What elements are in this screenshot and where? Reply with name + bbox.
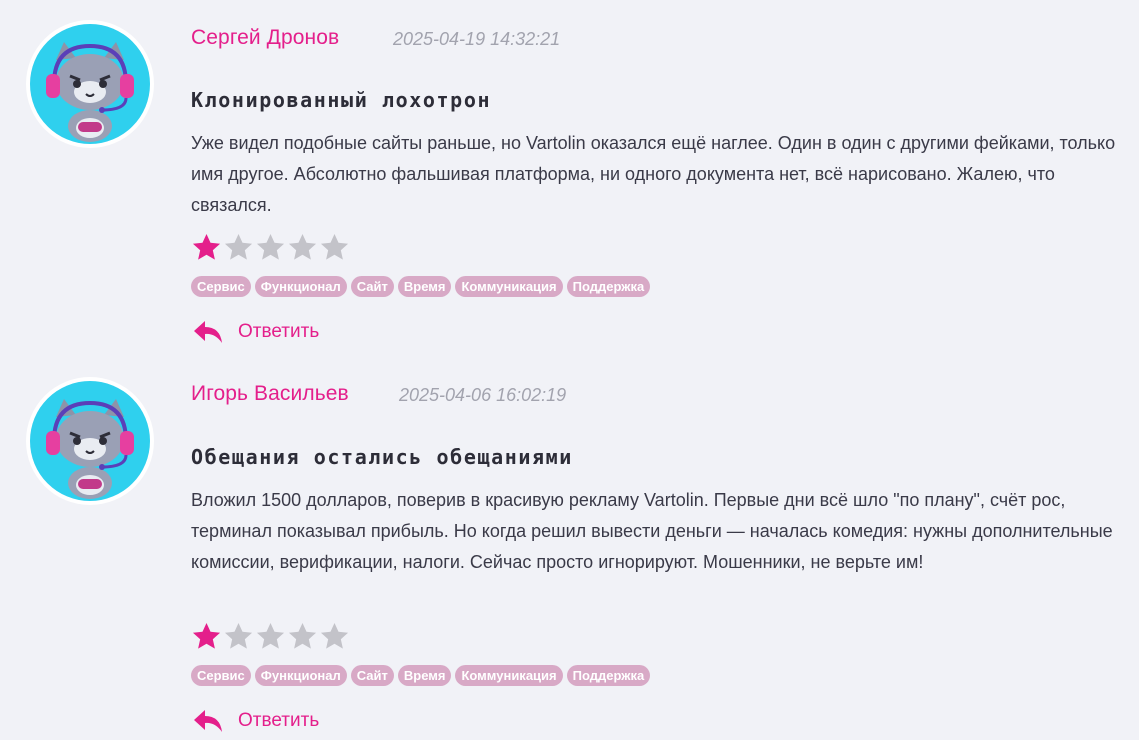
star-empty-icon: [288, 233, 317, 260]
tag-list: Сервис Функционал Сайт Время Коммуникация Под…: [191, 665, 651, 686]
tag-badge[interactable]: Время: [397, 665, 452, 686]
star-empty-icon: [224, 622, 253, 649]
review-title: Клонированный лохотрон: [191, 88, 492, 112]
tag-badge[interactable]: Функционал: [254, 276, 347, 297]
star-empty-icon: [320, 622, 349, 649]
review-title: Обещания остались обещаниями: [191, 445, 573, 469]
star-filled-icon: [192, 233, 221, 260]
user-avatar: [30, 24, 150, 144]
review-text: Уже видел подобные сайты раньше, но Vart…: [191, 133, 1116, 215]
review-author[interactable]: Сергей Дронов: [191, 26, 339, 50]
star-empty-icon: [320, 233, 349, 260]
reply-arrow-icon: [194, 710, 222, 732]
tag-badge[interactable]: Поддержка: [566, 665, 651, 686]
tag-badge[interactable]: Поддержка: [566, 276, 651, 297]
star-empty-icon: [288, 622, 317, 649]
tag-badge[interactable]: Сервис: [191, 276, 251, 297]
reply-button[interactable]: Ответить: [193, 319, 319, 345]
gamer-cat-avatar-icon: [46, 399, 134, 499]
user-avatar: [30, 381, 150, 501]
tag-badge[interactable]: Сайт: [350, 665, 394, 686]
gamer-cat-avatar-icon: [46, 42, 134, 142]
review-author[interactable]: Игорь Васильев: [191, 382, 349, 406]
review-date: 2025-04-19 14:32:21: [393, 29, 561, 49]
review-text: Вложил 1500 долларов, поверив в красивую…: [191, 490, 1113, 572]
star-filled-icon: [192, 622, 221, 649]
star-rating: [191, 621, 350, 652]
tag-badge[interactable]: Сервис: [191, 665, 251, 686]
reply-arrow-icon: [194, 321, 222, 343]
review-date: 2025-04-06 16:02:19: [399, 385, 567, 405]
tag-badge[interactable]: Коммуникация: [455, 276, 563, 297]
tag-list: Сервис Функционал Сайт Время Коммуникация Под…: [191, 276, 651, 297]
star-empty-icon: [256, 622, 285, 649]
tag-badge[interactable]: Сайт: [350, 276, 394, 297]
reply-button[interactable]: Ответить: [193, 708, 319, 734]
tag-badge[interactable]: Время: [397, 276, 452, 297]
tag-badge[interactable]: Функционал: [254, 665, 347, 686]
tag-badge[interactable]: Коммуникация: [455, 665, 563, 686]
star-empty-icon: [256, 233, 285, 260]
reply-label: Ответить: [238, 321, 320, 342]
reply-label: Ответить: [238, 710, 320, 731]
star-empty-icon: [224, 233, 253, 260]
star-rating: [191, 232, 350, 263]
